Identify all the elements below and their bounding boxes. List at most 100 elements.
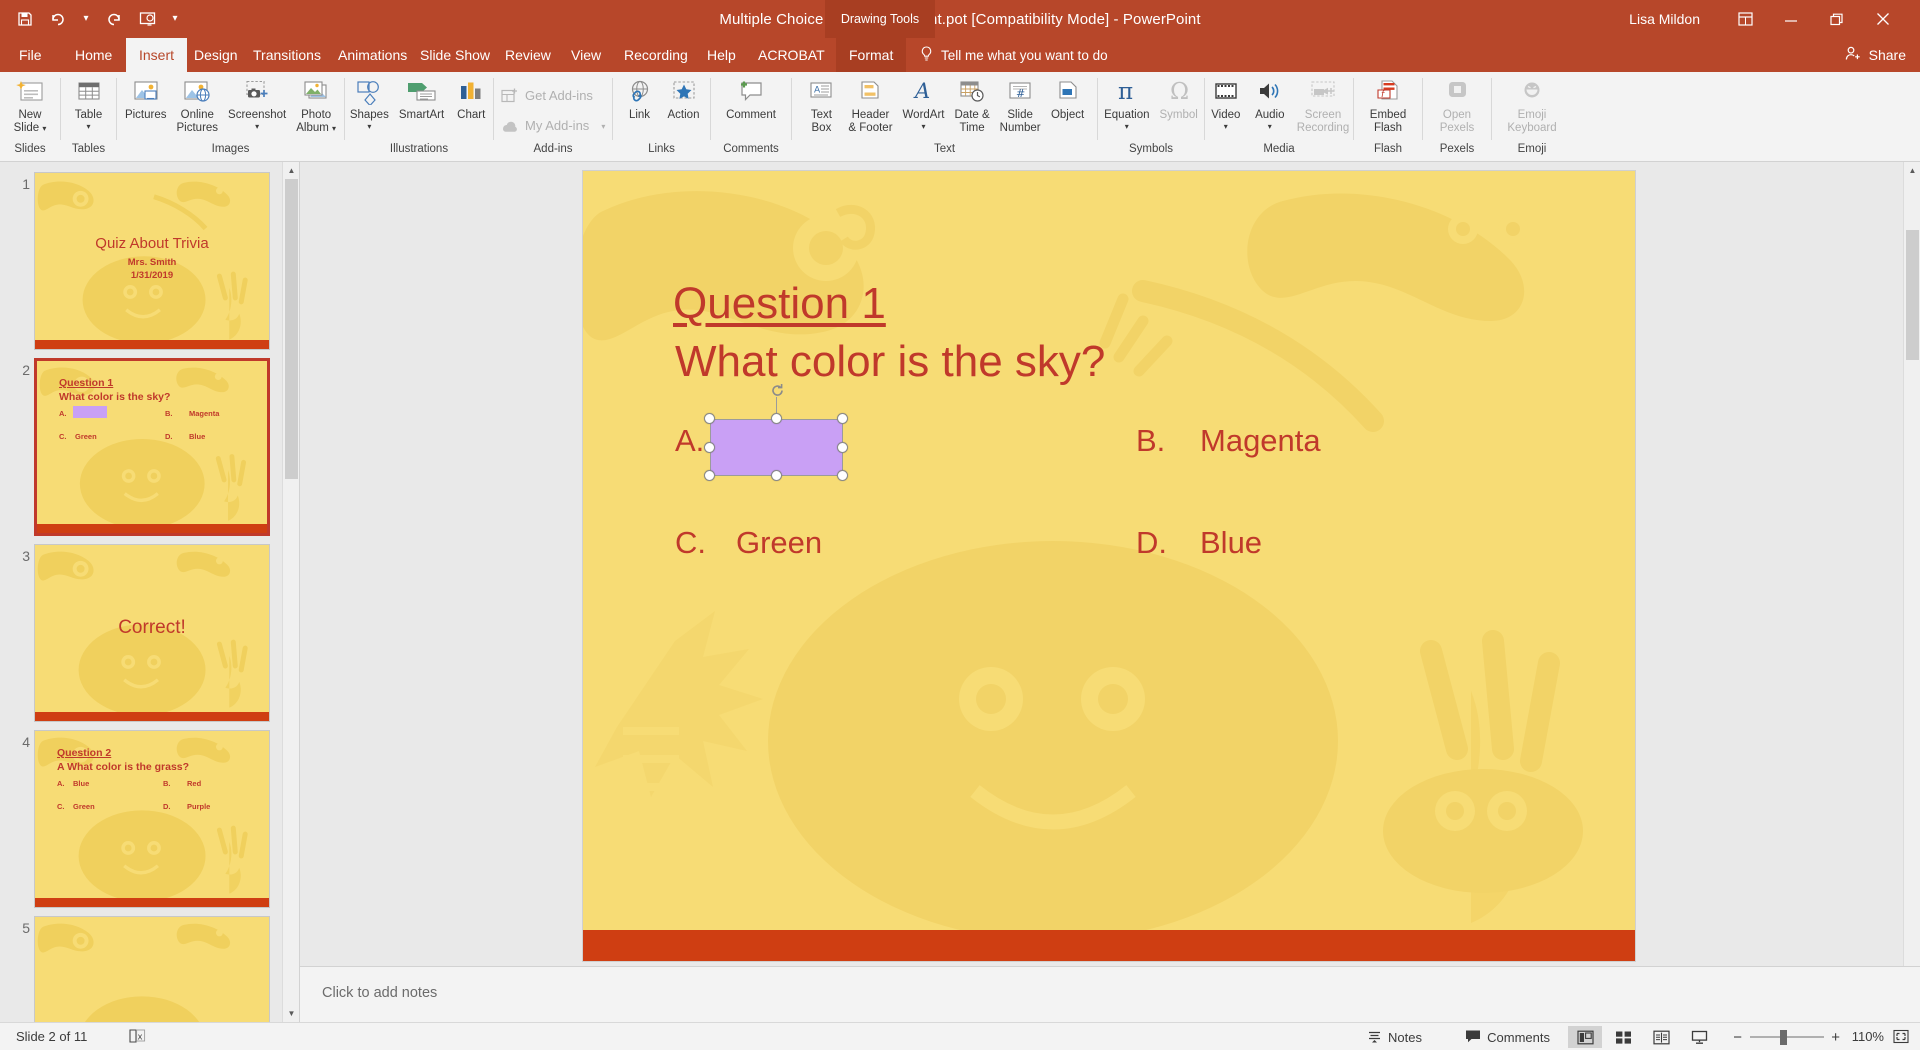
editor-scrollbar[interactable]: ▲ ▼: [1903, 162, 1920, 1022]
shapes-caret-icon[interactable]: ▾: [367, 123, 371, 131]
restore-icon[interactable]: [1814, 0, 1860, 38]
language-proofing-icon[interactable]: x: [128, 1028, 146, 1047]
slide-option-d-letter[interactable]: D.: [1136, 525, 1167, 561]
resize-handle-middle-right[interactable]: [837, 442, 848, 453]
header-footer-button[interactable]: Header & Footer: [843, 72, 897, 135]
save-icon[interactable]: [10, 5, 40, 33]
chart-button[interactable]: Chart: [449, 72, 493, 122]
customize-qat-icon[interactable]: ▾: [165, 5, 185, 33]
object-button[interactable]: Object: [1046, 72, 1090, 122]
slide-thumbnail-4[interactable]: Question 2 A What color is the grass? A.…: [34, 730, 270, 908]
my-addins-caret-icon[interactable]: ▾: [601, 123, 605, 131]
zoom-slider-knob[interactable]: [1780, 1030, 1787, 1045]
tab-home[interactable]: Home: [62, 38, 125, 72]
action-button[interactable]: Action: [662, 72, 706, 122]
slide-sorter-view-button[interactable]: [1606, 1026, 1640, 1048]
zoom-slider-track[interactable]: [1750, 1036, 1824, 1038]
resize-handle-top-left[interactable]: [704, 413, 715, 424]
scrollbar-thumb[interactable]: [285, 179, 298, 479]
equation-caret-icon[interactable]: ▾: [1125, 123, 1129, 131]
tab-format[interactable]: Format: [836, 38, 906, 72]
wordart-caret-icon[interactable]: ▾: [922, 123, 926, 131]
minimize-icon[interactable]: [1768, 0, 1814, 38]
rotate-handle-icon[interactable]: [769, 382, 785, 398]
slide-question-number[interactable]: Question 1: [673, 279, 886, 329]
video-caret-icon[interactable]: ▾: [1224, 123, 1228, 131]
notes-toggle-button[interactable]: Notes: [1367, 1023, 1422, 1051]
comment-button[interactable]: Comment: [721, 72, 781, 122]
scroll-up-icon[interactable]: ▲: [1904, 162, 1920, 179]
table-caret-icon[interactable]: ▾: [86, 123, 90, 131]
slide-option-b-text[interactable]: Magenta: [1200, 423, 1321, 459]
shapes-button[interactable]: Shapes ▾: [345, 72, 394, 131]
video-button[interactable]: Video ▾: [1204, 72, 1248, 131]
ribbon-display-options-icon[interactable]: [1722, 0, 1768, 38]
redo-icon[interactable]: [99, 5, 129, 33]
resize-handle-middle-left[interactable]: [704, 442, 715, 453]
tab-help[interactable]: Help: [694, 38, 749, 72]
online-pictures-button[interactable]: Online Pictures: [172, 72, 224, 135]
purple-rectangle-shape[interactable]: [710, 419, 843, 476]
emoji-keyboard-button[interactable]: Emoji Keyboard: [1502, 72, 1561, 135]
slide-thumbnail-panel[interactable]: 1 Quiz About Trivia M: [0, 162, 300, 1022]
date-time-button[interactable]: Date & Time: [950, 72, 995, 135]
scroll-down-icon[interactable]: ▼: [283, 1005, 300, 1022]
text-box-button[interactable]: A Text Box: [799, 72, 843, 135]
tell-me-search[interactable]: Tell me what you want to do: [920, 38, 1108, 72]
smartart-button[interactable]: SmartArt: [394, 72, 449, 122]
tab-view[interactable]: View: [558, 38, 614, 72]
photo-album-button[interactable]: Photo Album ▾: [291, 72, 341, 135]
tab-animations[interactable]: Animations: [325, 38, 420, 72]
user-name[interactable]: Lisa Mildon: [1629, 11, 1700, 27]
zoom-in-button[interactable]: +: [1831, 1029, 1840, 1046]
embed-flash-button[interactable]: f Embed Flash: [1365, 72, 1411, 135]
current-slide-canvas[interactable]: Question 1 What color is the sky? A. B. …: [583, 171, 1635, 961]
resize-handle-bottom-right[interactable]: [837, 470, 848, 481]
tab-recording[interactable]: Recording: [611, 38, 701, 72]
tab-transitions[interactable]: Transitions: [240, 38, 334, 72]
slide-number-button[interactable]: # Slide Number: [995, 72, 1046, 135]
link-button[interactable]: Link: [618, 72, 662, 122]
slide-option-b-letter[interactable]: B.: [1136, 423, 1165, 459]
reading-view-button[interactable]: [1644, 1026, 1678, 1048]
tab-acrobat[interactable]: ACROBAT: [745, 38, 838, 72]
notes-placeholder[interactable]: Click to add notes: [322, 985, 437, 1001]
tab-insert[interactable]: Insert: [126, 38, 187, 72]
start-presentation-icon[interactable]: [132, 5, 162, 33]
zoom-level-label[interactable]: 110%: [1852, 1029, 1884, 1044]
notes-pane[interactable]: Click to add notes: [300, 966, 1920, 1022]
audio-button[interactable]: Audio ▾: [1248, 72, 1292, 131]
resize-handle-bottom-left[interactable]: [704, 470, 715, 481]
resize-handle-bottom-center[interactable]: [771, 470, 782, 481]
tab-file[interactable]: File: [6, 38, 55, 72]
new-slide-button[interactable]: New Slide ▾: [8, 72, 52, 135]
fit-slide-to-window-icon[interactable]: [1892, 1028, 1910, 1048]
undo-dropdown-icon[interactable]: ▾: [76, 5, 96, 33]
tab-slide-show[interactable]: Slide Show: [407, 38, 503, 72]
comments-toggle-button[interactable]: Comments: [1465, 1023, 1550, 1051]
wordart-button[interactable]: A WordArt ▾: [898, 72, 950, 131]
zoom-out-button[interactable]: −: [1733, 1029, 1742, 1046]
slide-question-text[interactable]: What color is the sky?: [675, 337, 1105, 387]
symbol-button[interactable]: Ω Symbol: [1155, 72, 1203, 122]
slide-editor-area[interactable]: Question 1 What color is the sky? A. B. …: [300, 162, 1920, 1022]
tab-review[interactable]: Review: [492, 38, 564, 72]
close-icon[interactable]: [1860, 0, 1906, 38]
share-button[interactable]: Share: [1845, 38, 1906, 72]
resize-handle-top-right[interactable]: [837, 413, 848, 424]
slide-option-d-text[interactable]: Blue: [1200, 525, 1262, 561]
audio-caret-icon[interactable]: ▾: [1268, 123, 1272, 131]
equation-button[interactable]: π Equation ▾: [1099, 72, 1154, 131]
slide-option-a-letter[interactable]: A.: [675, 423, 704, 459]
scrollbar-thumb[interactable]: [1906, 230, 1919, 360]
slide-count-label[interactable]: Slide 2 of 11: [16, 1029, 87, 1044]
slide-thumbnail-5[interactable]: [34, 916, 270, 1022]
slide-option-c-letter[interactable]: C.: [675, 525, 706, 561]
resize-handle-top-center[interactable]: [771, 413, 782, 424]
normal-view-button[interactable]: [1568, 1026, 1602, 1048]
table-button[interactable]: Table ▾: [67, 72, 111, 131]
slide-panel-scrollbar[interactable]: ▲ ▼: [282, 162, 299, 1022]
get-addins-button[interactable]: Get Add-ins: [494, 81, 599, 111]
slide-thumbnail-3[interactable]: Correct!: [34, 544, 270, 722]
scroll-up-icon[interactable]: ▲: [283, 162, 300, 179]
